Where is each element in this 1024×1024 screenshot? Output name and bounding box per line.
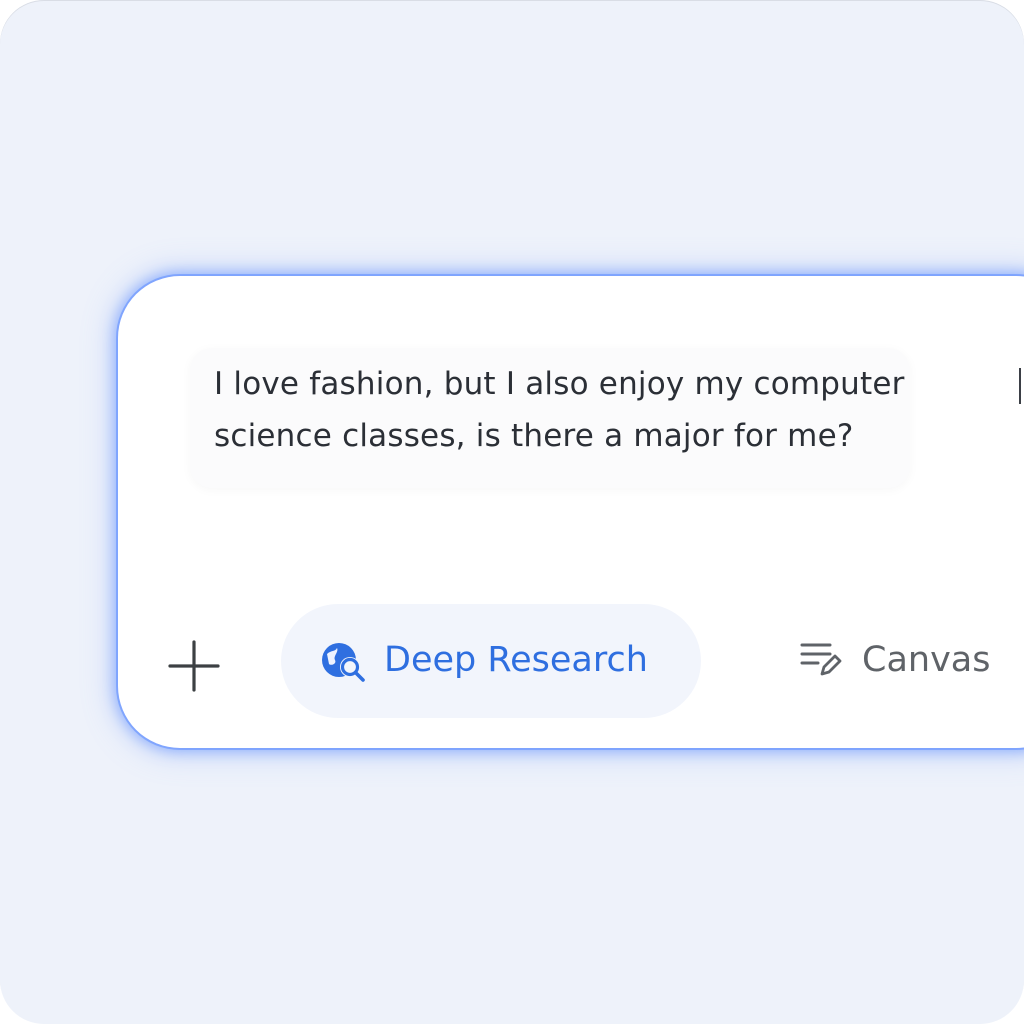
plus-icon	[168, 640, 220, 692]
prompt-line-1: I love fashion, but I also enjoy my comp…	[214, 366, 905, 402]
deep-research-button[interactable]: Deep Research	[281, 604, 701, 718]
canvas-button[interactable]: Canvas	[786, 621, 1024, 701]
prompt-line-2: science classes, is there a major for me…	[214, 418, 854, 454]
add-attachment-button[interactable]	[162, 634, 226, 698]
canvas-label: Canvas	[862, 640, 991, 680]
lines-pencil-icon	[800, 643, 842, 676]
text-caret	[1019, 368, 1021, 404]
prompt-composer[interactable]: I love fashion, but I also enjoy my comp…	[118, 276, 1024, 748]
prompt-input-text[interactable]: I love fashion, but I also enjoy my comp…	[214, 358, 1024, 462]
deep-research-label: Deep Research	[384, 640, 648, 680]
page-background: I love fashion, but I also enjoy my comp…	[0, 0, 1024, 1024]
globe-search-icon	[322, 643, 365, 682]
